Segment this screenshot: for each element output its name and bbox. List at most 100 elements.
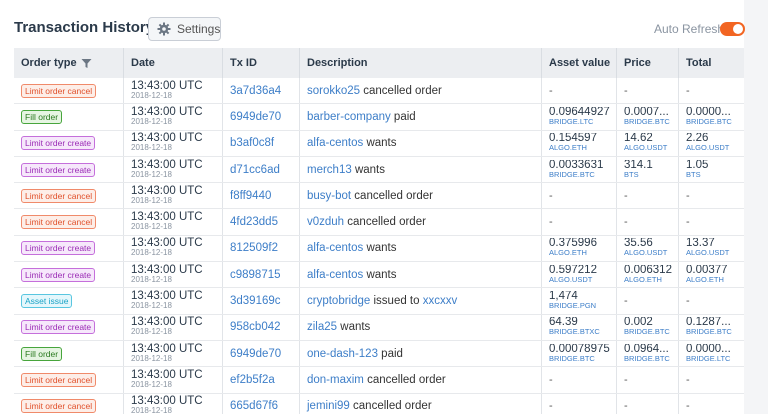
header-order-type[interactable]: Order type [14,48,123,78]
tx-id-link[interactable]: 958cb042 [230,321,281,333]
tx-id-link[interactable]: 6949de70 [230,111,281,123]
table-row[interactable]: Limit order cancel 13:43:00 UTC 2018-12-… [14,393,744,414]
header-tx-id[interactable]: Tx ID [222,48,299,78]
account-link[interactable]: cryptobridge [307,295,370,307]
table-row[interactable]: Limit order cancel 13:43:00 UTC 2018-12-… [14,209,744,236]
asset-value: 1,474 [549,291,578,302]
tx-id-link[interactable]: d71cc6ad [230,164,280,176]
account-link[interactable]: barber-company [307,111,391,123]
tx-id-link[interactable]: 665d67f6 [230,400,278,412]
total-symbol[interactable]: BTS [686,170,708,180]
tx-id-link[interactable]: 3d39169c [230,295,281,307]
price-value: 0.0007... [624,106,669,117]
header-asset-value[interactable]: Asset value [541,48,616,78]
auto-refresh-toggle[interactable] [720,22,745,36]
price-cell: - [616,393,678,414]
table-header: Order type Date Tx ID Description Asset … [14,48,744,78]
tx-id-link[interactable]: c9898715 [230,269,281,281]
tx-id-link[interactable]: 812509f2 [230,242,278,254]
date-cell: 13:43:00 UTC 2018-12-18 [123,262,222,288]
time-text: 13:43:00 UTC [131,105,203,118]
price-symbol[interactable]: ALGO.USDT [624,248,667,258]
date-cell: 13:43:00 UTC 2018-12-18 [123,235,222,262]
asset-symbol[interactable]: BRIDGE.BTC [549,354,610,364]
table-row[interactable]: Asset issue 13:43:00 UTC 2018-12-18 3d39… [14,288,744,315]
total-symbol[interactable]: ALGO.USDT [686,143,729,153]
asset-symbol[interactable]: ALGO.ETH [549,143,597,153]
price-value: 0.002 [624,317,653,328]
total-symbol[interactable]: BRIDGE.BTC [686,117,732,127]
tx-id-link[interactable]: 6949de70 [230,348,281,360]
account-link[interactable]: alfa-centos [307,137,363,149]
account-link[interactable]: sorokko25 [307,85,360,97]
order-type-badge: Limit order create [21,267,96,282]
price-symbol[interactable]: BRIDGE.BTC [624,327,670,337]
page-title: Transaction History [14,19,155,36]
asset-cell: 0.00078975 BRIDGE.BTC [541,340,616,367]
account-link[interactable]: one-dash-123 [307,348,378,360]
filter-icon[interactable] [81,58,92,69]
asset-symbol[interactable]: ALGO.USDT [549,275,597,285]
description-text: alfa-centos wants [307,137,397,149]
price-symbol[interactable]: BRIDGE.BTC [624,117,670,127]
asset-symbol[interactable]: BRIDGE.PGN [549,301,596,311]
date-text: 2018-12-18 [131,379,172,389]
price-cell: - [616,288,678,314]
account-link[interactable]: zila25 [307,321,337,333]
account-link[interactable]: v0zduh [307,216,344,228]
header-date[interactable]: Date [123,48,222,78]
table-row[interactable]: Limit order cancel 13:43:00 UTC 2018-12-… [14,183,744,210]
order-type-cell: Fill order [14,341,123,366]
total-symbol[interactable]: BRIDGE.LTC [686,354,731,364]
total-cell: - [678,183,744,209]
price-cell: 14.62 ALGO.USDT [616,130,678,157]
header-description[interactable]: Description [299,48,541,78]
table-row[interactable]: Limit order create 13:43:00 UTC 2018-12-… [14,314,744,341]
account-link[interactable]: merch13 [307,164,352,176]
account-link[interactable]: jemini99 [307,400,350,412]
table-row[interactable]: Limit order create 13:43:00 UTC 2018-12-… [14,262,744,289]
asset-cell: 0.597212 ALGO.USDT [541,262,616,288]
table-row[interactable]: Fill order 13:43:00 UTC 2018-12-18 6949d… [14,104,744,131]
header-price[interactable]: Price [616,48,678,78]
asset-symbol[interactable]: BRIDGE.LTC [549,117,610,127]
table-row[interactable]: Limit order create 13:43:00 UTC 2018-12-… [14,235,744,263]
tx-id-cell: 665d67f6 [222,393,299,414]
date-text: 2018-12-18 [131,222,172,232]
tx-id-link[interactable]: 3a7d36a4 [230,85,281,97]
asset-symbol[interactable]: BRIDGE.BTC [549,170,603,180]
tx-id-link[interactable]: f8ff9440 [230,190,271,202]
table-row[interactable]: Limit order cancel 13:43:00 UTC 2018-12-… [14,367,744,394]
table-row[interactable]: Limit order create 13:43:00 UTC 2018-12-… [14,156,744,184]
table-row[interactable]: Fill order 13:43:00 UTC 2018-12-18 6949d… [14,340,744,368]
tx-id-link[interactable]: ef2b5f2a [230,374,275,386]
date-cell: 13:43:00 UTC 2018-12-18 [123,367,222,393]
header-total[interactable]: Total [678,48,744,78]
target-account-link[interactable]: xxcxxv [423,295,458,307]
account-link[interactable]: alfa-centos [307,242,363,254]
account-link[interactable]: busy-bot [307,190,351,202]
total-symbol[interactable]: ALGO.ETH [686,275,728,285]
asset-value: 0.154597 [549,133,597,144]
price-symbol[interactable]: ALGO.USDT [624,143,667,153]
total-symbol[interactable]: BRIDGE.BTC [686,327,732,337]
price-symbol[interactable]: BRIDGE.BTC [624,354,670,364]
date-text: 2018-12-18 [131,301,172,311]
order-type-cell: Limit order cancel [14,183,123,208]
table-row[interactable]: Limit order create 13:43:00 UTC 2018-12-… [14,130,744,157]
price-symbol[interactable]: ALGO.ETH [624,275,672,285]
tx-id-cell: 812509f2 [222,235,299,262]
tx-id-link[interactable]: b3af0c8f [230,137,274,149]
asset-cell: 0.09644927 BRIDGE.LTC [541,104,616,130]
time-text: 13:43:00 UTC [131,316,203,329]
account-link[interactable]: alfa-centos [307,269,363,281]
price-symbol[interactable]: BTS [624,170,653,180]
tx-id-link[interactable]: 4fd23dd5 [230,216,278,228]
asset-symbol[interactable]: ALGO.ETH [549,248,597,258]
asset-symbol[interactable]: BRIDGE.BTXC [549,327,600,337]
order-type-cell: Asset issue [14,288,123,313]
total-symbol[interactable]: ALGO.USDT [686,248,729,258]
account-link[interactable]: don-maxim [307,374,364,386]
settings-button[interactable]: Settings [148,17,221,41]
table-row[interactable]: Limit order cancel 13:43:00 UTC 2018-12-… [14,78,744,105]
